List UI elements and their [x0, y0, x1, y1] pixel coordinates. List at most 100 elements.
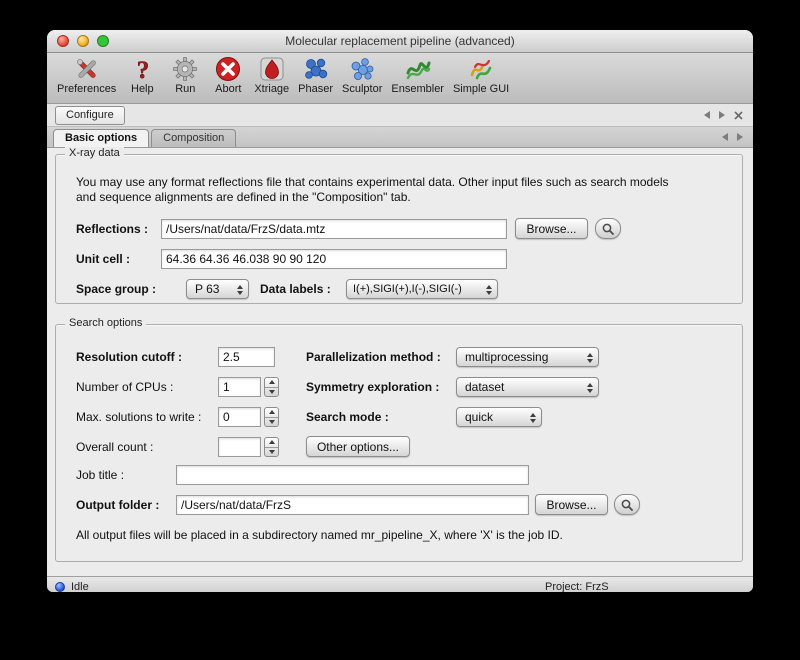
stepper-up-icon[interactable] — [265, 408, 278, 418]
stepper-down-icon[interactable] — [265, 388, 278, 397]
overall-count-input[interactable] — [218, 437, 261, 457]
other-options-button[interactable]: Other options... — [306, 436, 410, 457]
window-titlebar[interactable]: Molecular replacement pipeline (advanced… — [47, 30, 753, 53]
back-arrow-icon[interactable] — [704, 111, 710, 119]
toolbar-label: Ensembler — [391, 83, 444, 95]
close-pane-icon[interactable] — [734, 111, 743, 120]
reflections-search-button[interactable] — [595, 218, 621, 239]
popup-arrows-icon — [486, 285, 492, 295]
output-folder-input[interactable] — [176, 495, 529, 515]
tab-bar: Basic options Composition — [47, 127, 753, 148]
zoom-button[interactable] — [97, 35, 109, 47]
stepper-up-icon[interactable] — [265, 438, 278, 448]
reflections-browse-button[interactable]: Browse... — [515, 218, 588, 239]
project-label: Project: FrzS — [545, 581, 609, 593]
popup-arrows-icon — [587, 383, 593, 393]
toolbar-button-run[interactable]: Run — [168, 55, 202, 95]
toolbar-label: Abort — [215, 83, 241, 95]
data-labels-select[interactable]: I(+),SIGI(+),I(-),SIGI(-) — [346, 279, 498, 299]
traffic-lights — [57, 35, 109, 47]
space-group-select[interactable]: P 63 — [186, 279, 249, 299]
unit-cell-label: Unit cell : — [76, 249, 130, 269]
parallelization-select[interactable]: multiprocessing — [456, 347, 599, 367]
search-options-group: Search options Resolution cutoff : Paral… — [55, 324, 743, 562]
xray-description: You may use any format reflections file … — [76, 175, 688, 205]
toolbar-label: Sculptor — [342, 83, 382, 95]
num-cpus-stepper[interactable] — [264, 377, 279, 397]
tab-back-arrow-icon[interactable] — [722, 133, 728, 141]
toolbar-button-help[interactable]: ? Help — [125, 55, 159, 95]
sculptor-icon — [348, 55, 376, 83]
toolbar-button-preferences[interactable]: Preferences — [57, 55, 116, 95]
help-icon: ? — [128, 55, 156, 83]
num-cpus-label: Number of CPUs : — [76, 377, 173, 397]
status-bar: Idle Project: FrzS — [47, 576, 753, 592]
xray-data-group: X-ray data You may use any format reflec… — [55, 154, 743, 304]
job-title-input[interactable] — [176, 465, 529, 485]
tab-basic-options[interactable]: Basic options — [53, 129, 149, 147]
ensembler-icon — [404, 55, 432, 83]
data-labels-value: I(+),SIGI(+),I(-),SIGI(-) — [353, 283, 462, 295]
job-title-label: Job title : — [76, 465, 124, 485]
output-folder-search-button[interactable] — [614, 494, 640, 515]
simple-gui-icon — [467, 55, 495, 83]
close-button[interactable] — [57, 35, 69, 47]
output-folder-label: Output folder : — [76, 495, 159, 515]
overall-count-label: Overall count : — [76, 437, 153, 457]
status-dot-icon — [55, 582, 65, 592]
popup-arrows-icon — [237, 285, 243, 295]
pane-nav — [704, 104, 743, 126]
configure-tab[interactable]: Configure — [55, 106, 125, 125]
num-cpus-input[interactable] — [218, 377, 261, 397]
toolbar-label: Simple GUI — [453, 83, 509, 95]
minimize-button[interactable] — [77, 35, 89, 47]
toolbar-button-simple-gui[interactable]: Simple GUI — [453, 55, 509, 95]
reflections-label: Reflections : — [76, 219, 148, 239]
run-icon — [171, 55, 199, 83]
toolbar-button-abort[interactable]: Abort — [211, 55, 245, 95]
group-title: X-ray data — [65, 147, 124, 159]
stepper-down-icon[interactable] — [265, 448, 278, 457]
forward-arrow-icon[interactable] — [719, 111, 725, 119]
toolbar-label: Xtriage — [254, 83, 289, 95]
space-group-label: Space group : — [76, 279, 156, 299]
tab-nav — [722, 133, 743, 141]
search-mode-label: Search mode : — [306, 407, 389, 427]
search-mode-select[interactable]: quick — [456, 407, 542, 427]
abort-icon — [214, 55, 242, 83]
app-window: Molecular replacement pipeline (advanced… — [47, 30, 753, 592]
xtriage-icon — [258, 55, 286, 83]
toolbar-button-sculptor[interactable]: Sculptor — [342, 55, 382, 95]
toolbar-button-ensembler[interactable]: Ensembler — [391, 55, 444, 95]
max-solutions-stepper[interactable] — [264, 407, 279, 427]
symmetry-label: Symmetry exploration : — [306, 377, 439, 397]
tab-forward-arrow-icon[interactable] — [737, 133, 743, 141]
toolbar-button-phaser[interactable]: Phaser — [298, 55, 333, 95]
toolbar-label: Phaser — [298, 83, 333, 95]
desktop-background: Molecular replacement pipeline (advanced… — [0, 0, 800, 660]
parallelization-value: multiprocessing — [465, 350, 548, 364]
symmetry-select[interactable]: dataset — [456, 377, 599, 397]
data-labels-label: Data labels : — [260, 279, 331, 299]
output-folder-browse-button[interactable]: Browse... — [535, 494, 608, 515]
toolbar-label: Run — [175, 83, 195, 95]
resolution-cutoff-input[interactable] — [218, 347, 275, 367]
unit-cell-input[interactable] — [161, 249, 507, 269]
stepper-down-icon[interactable] — [265, 418, 278, 427]
output-note: All output files will be placed in a sub… — [76, 528, 563, 542]
configure-row: Configure — [47, 104, 753, 127]
tab-composition[interactable]: Composition — [151, 129, 236, 147]
symmetry-value: dataset — [465, 380, 504, 394]
reflections-input[interactable] — [161, 219, 507, 239]
stepper-up-icon[interactable] — [265, 378, 278, 388]
toolbar-button-xtriage[interactable]: Xtriage — [254, 55, 289, 95]
group-title: Search options — [65, 317, 146, 329]
max-solutions-label: Max. solutions to write : — [76, 407, 201, 427]
svg-text:?: ? — [137, 57, 150, 83]
magnifier-icon — [601, 222, 615, 236]
overall-count-stepper[interactable] — [264, 437, 279, 457]
window-title: Molecular replacement pipeline (advanced… — [47, 30, 753, 52]
max-solutions-input[interactable] — [218, 407, 261, 427]
popup-arrows-icon — [587, 353, 593, 363]
basic-options-panel: X-ray data You may use any format reflec… — [47, 148, 753, 576]
